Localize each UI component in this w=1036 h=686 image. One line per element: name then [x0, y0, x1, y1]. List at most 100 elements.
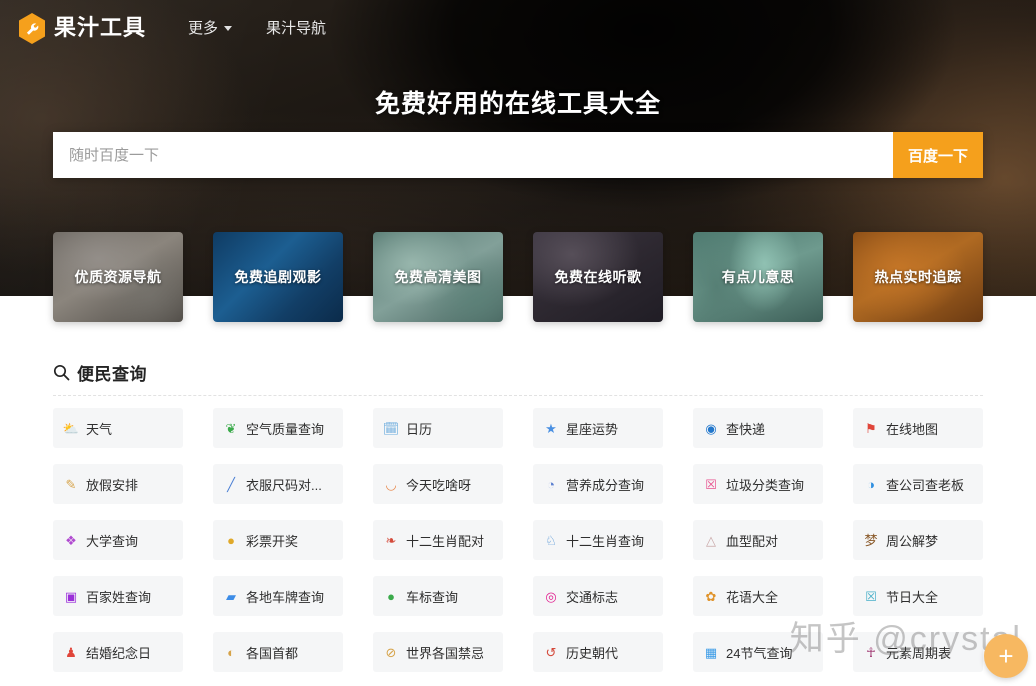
category-card-quality-resources[interactable]: 优质资源导航 — [53, 232, 183, 322]
tool-chip[interactable]: ✿ 花语大全 — [693, 576, 823, 616]
tool-chip[interactable]: ● 彩票开奖 — [213, 520, 343, 560]
tool-chip-label: 历史朝代 — [566, 645, 619, 661]
tool-chip[interactable]: ♟ 结婚纪念日 — [53, 632, 183, 672]
tool-chip[interactable]: ☒ 节日大全 — [853, 576, 983, 616]
tool-chip[interactable]: ❧ 十二生肖配对 — [373, 520, 503, 560]
tool-chip-label: 今天吃啥呀 — [406, 477, 472, 493]
note-pencil-icon: ✎ — [65, 476, 77, 492]
tool-chip[interactable]: ↺ 历史朝代 — [533, 632, 663, 672]
tool-chip[interactable]: ☥ 元素周期表 — [853, 632, 983, 672]
tool-chip[interactable]: ╱ 衣服尺码对... — [213, 464, 343, 504]
tool-chip-label: 各地车牌查询 — [246, 589, 325, 605]
baidu-search-button[interactable]: 百度一下 — [893, 132, 983, 178]
prohibition-icon: ⊘ — [385, 644, 397, 660]
diamond-icon: ❖ — [65, 532, 77, 548]
tool-chip-label: 世界各国禁忌 — [406, 645, 485, 661]
category-card-free-music[interactable]: 免费在线听歌 — [533, 232, 663, 322]
tool-chip[interactable]: ❖ 大学查询 — [53, 520, 183, 560]
ruler-icon: ╱ — [227, 476, 235, 492]
category-card-hd-images[interactable]: 免费高清美图 — [373, 232, 503, 322]
tool-chip[interactable]: ♘ 十二生肖查询 — [533, 520, 663, 560]
tool-chip-label: 彩票开奖 — [246, 533, 299, 549]
nav-item-navigation[interactable]: 果汁导航 — [266, 21, 326, 36]
tool-chip[interactable]: ⛅ 天气 — [53, 408, 183, 448]
tool-chip-label: 天气 — [86, 421, 113, 437]
tool-chip-label: 营养成分查询 — [566, 477, 645, 493]
horse-icon: ♘ — [545, 532, 557, 548]
star-icon: ★ — [545, 420, 557, 436]
nav-links: 更多 果汁导航 — [188, 21, 360, 36]
section-title: 便民查询 — [77, 364, 147, 384]
tool-chip-label: 垃圾分类查询 — [726, 477, 805, 493]
delivery-truck-icon: ◉ — [705, 420, 717, 436]
tool-chip-label: 车标查询 — [406, 589, 459, 605]
tool-chip[interactable]: ✎ 放假安排 — [53, 464, 183, 504]
tool-chip[interactable]: ❦ 空气质量查询 — [213, 408, 343, 448]
plus-icon: + — [998, 641, 1014, 671]
tool-chip-label: 24节气查询 — [726, 645, 793, 661]
category-card-interesting[interactable]: 有点儿意思 — [693, 232, 823, 322]
tool-chip-label: 衣服尺码对... — [246, 477, 322, 493]
tool-chip-label: 结婚纪念日 — [86, 645, 152, 661]
tool-chip-label: 周公解梦 — [886, 533, 939, 549]
gift-icon: ☒ — [865, 588, 877, 604]
page-root: 果汁工具 更多 果汁导航 免费好用的在线工具大全 百度一下 优质资源导航 免费追… — [0, 0, 1036, 686]
tool-chip[interactable]: ◡ 今天吃啥呀 — [373, 464, 503, 504]
tool-chip[interactable]: ◎ 交通标志 — [533, 576, 663, 616]
tool-chip[interactable]: ▦ 24节气查询 — [693, 632, 823, 672]
tool-chip-label: 交通标志 — [566, 589, 619, 605]
tool-chip-label: 大学查询 — [86, 533, 139, 549]
section-divider — [53, 395, 983, 396]
tool-chip-grid: ⛅ 天气 ❦ 空气质量查询 🗓 日历 ★ 星座运势 ◉ 查快递 ⚑ 在线地图 ✎ 放假安排 ╱ 衣服尺码对..… — [53, 408, 983, 672]
calendar-date-icon: ▦ — [704, 644, 718, 660]
tool-chip[interactable]: ▣ 百家姓查询 — [53, 576, 183, 616]
tool-chip[interactable]: ◔ 营养成分查询 — [533, 464, 663, 504]
search-input[interactable] — [53, 132, 893, 178]
tool-chip[interactable]: ★ 星座运势 — [533, 408, 663, 448]
tool-chip[interactable]: 🗓 日历 — [373, 408, 503, 448]
brand-logo-link[interactable]: 果汁工具 — [18, 12, 146, 44]
car-badge-icon: ● — [387, 588, 395, 604]
tool-chip-label: 十二生肖查询 — [566, 533, 645, 549]
category-card-label: 免费在线听歌 — [554, 269, 642, 285]
dream-char-icon: 梦 — [864, 532, 878, 548]
tool-chip-label: 在线地图 — [886, 421, 939, 437]
tool-chip[interactable]: ▰ 各地车牌查询 — [213, 576, 343, 616]
category-card-label: 免费高清美图 — [394, 269, 482, 285]
search-bar: 百度一下 — [53, 132, 983, 178]
tool-chip[interactable]: ☒ 垃圾分类查询 — [693, 464, 823, 504]
tools-section: 便民查询 ⛅ 天气 ❦ 空气质量查询 🗓 日历 ★ 星座运势 ◉ 查快递 ⚑ 在线地图 ✎ 放假安排 ╱ 衣服… — [53, 358, 983, 672]
page-title: 免费好用的在线工具大全 — [374, 90, 661, 118]
floating-action-button[interactable]: + — [984, 634, 1028, 678]
tool-chip-label: 日历 — [406, 421, 433, 437]
car-icon: ▰ — [226, 588, 236, 604]
section-header: 便民查询 — [53, 358, 983, 386]
tool-chip[interactable]: △ 血型配对 — [693, 520, 823, 560]
tool-chip[interactable]: ◐ 各国首都 — [213, 632, 343, 672]
molecule-icon: ☥ — [866, 644, 876, 660]
nav-item-navigation-label: 果汁导航 — [266, 19, 327, 37]
leaf-icon: ❦ — [225, 420, 237, 436]
blood-drop-icon: △ — [706, 532, 716, 548]
tool-chip[interactable]: 梦周公解梦 — [853, 520, 983, 560]
nav-item-more-label: 更多 — [188, 19, 219, 37]
lottery-coin-icon: ● — [227, 532, 235, 548]
category-card-label: 热点实时追踪 — [874, 269, 962, 285]
tool-chip[interactable]: ◉ 查快递 — [693, 408, 823, 448]
nutrition-icon: ◔ — [547, 476, 555, 492]
top-navigation-bar: 果汁工具 更多 果汁导航 — [0, 0, 1036, 56]
nav-item-more[interactable]: 更多 — [188, 19, 233, 37]
tool-chip[interactable]: ● 车标查询 — [373, 576, 503, 616]
tool-chip[interactable]: ⊘ 世界各国禁忌 — [373, 632, 503, 672]
tool-chip[interactable]: ⚑ 在线地图 — [853, 408, 983, 448]
category-card-hot-topics[interactable]: 热点实时追踪 — [853, 232, 983, 322]
couple-icon: ♟ — [65, 644, 77, 660]
tool-chip-label: 十二生肖配对 — [406, 533, 485, 549]
category-card-list: 优质资源导航 免费追剧观影 免费高清美图 免费在线听歌 有点儿意思 热点实时追踪 — [53, 232, 983, 322]
history-clock-icon: ↺ — [545, 644, 557, 660]
tool-chip[interactable]: ◑ 查公司查老板 — [853, 464, 983, 504]
category-card-free-tv[interactable]: 免费追剧观影 — [213, 232, 343, 322]
map-pin-icon: ⚑ — [865, 420, 877, 436]
tool-chip-label: 星座运势 — [566, 421, 619, 437]
sun-cloud-icon: ⛅ — [62, 420, 80, 436]
